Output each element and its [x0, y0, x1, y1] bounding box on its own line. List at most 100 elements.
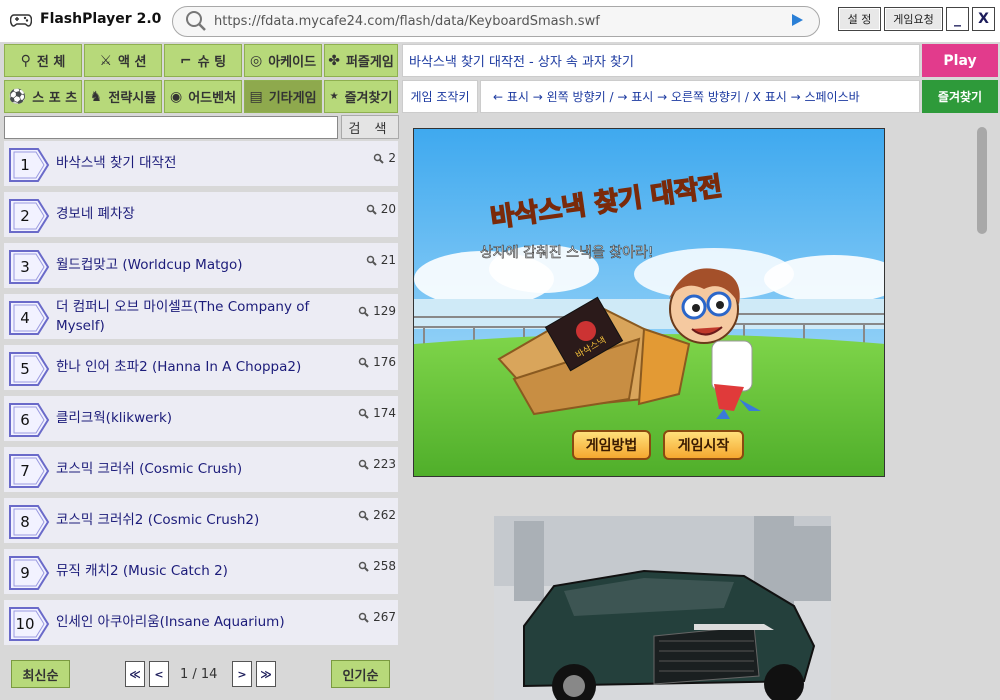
gun-icon: ⌐ [179, 52, 192, 69]
rank-badge: 10 [8, 606, 50, 642]
category-all[interactable]: ⚲ 전 체 [4, 44, 82, 77]
last-page-button[interactable]: ≫ [256, 661, 276, 687]
game-list-item[interactable]: 6 클리크웍(klikwerk) 174 [4, 396, 398, 444]
close-button[interactable]: X [972, 7, 995, 31]
game-name[interactable]: 클리크웍(klikwerk) [56, 396, 346, 441]
game-name[interactable]: 월드컵맞고 (Worldcup Matgo) [56, 243, 346, 288]
controls-label: 게임 조작키 [402, 80, 478, 113]
search-icon: ⚲ [20, 52, 31, 69]
view-count: 20 [366, 202, 396, 216]
game-name[interactable]: 뮤직 캐치2 (Music Catch 2) [56, 549, 346, 594]
start-game-button[interactable]: 게임시작 [663, 430, 744, 460]
rank-badge: 1 [8, 147, 50, 183]
magnifier-icon [358, 357, 369, 368]
first-page-button[interactable]: ≪ [125, 661, 145, 687]
sort-popular-button[interactable]: 인기순 [331, 660, 390, 688]
game-name[interactable]: 코스믹 크러쉬2 (Cosmic Crush2) [56, 498, 346, 543]
view-count: 176 [358, 355, 396, 369]
magnifier-icon [358, 561, 369, 572]
rank-badge: 7 [8, 453, 50, 489]
rank-badge: 2 [8, 198, 50, 234]
how-to-play-button[interactable]: 게임방법 [572, 430, 651, 460]
game-title: 바삭스낵 찾기 대작전 - 상자 속 과자 찾기 [402, 44, 920, 77]
game-list: 1 바삭스낵 찾기 대작전 2 2 경보네 폐차장 20 3 월드컵맞고 (Worldcup … [4, 141, 398, 650]
category-shooting[interactable]: ⌐ 슈 팅 [164, 44, 242, 77]
rank-badge: 4 [8, 300, 50, 336]
view-count: 174 [358, 406, 396, 420]
game-list-item[interactable]: 4더 컴퍼니 오브 마이셀프(The Company of Myself) 129 [4, 294, 398, 342]
car-photo [494, 516, 831, 700]
swords-icon: ⚔ [99, 52, 113, 69]
play-arrow-icon[interactable] [790, 13, 804, 27]
gamepad-icon [10, 14, 32, 27]
game-list-item[interactable]: 8 코스믹 크러쉬2 (Cosmic Crush2) 262 [4, 498, 398, 546]
search-button[interactable]: 검 색 [341, 115, 399, 139]
category-strategy[interactable]: ♞ 전략시뮬 [84, 80, 162, 113]
game-name[interactable]: 더 컴퍼니 오브 마이셀프(The Company of Myself) [56, 294, 346, 339]
next-page-button[interactable]: > [232, 661, 252, 687]
category-arcade[interactable]: ◎ 아케이드 [244, 44, 322, 77]
scrollbar-thumb[interactable] [977, 127, 987, 234]
magnifier-icon [358, 612, 369, 623]
game-name[interactable]: 인세인 아쿠아리움(Insane Aquarium) [56, 600, 346, 645]
magnifier-icon [358, 306, 369, 317]
app-title: FlashPlayer 2.0 [40, 11, 162, 27]
magnifier-icon [358, 459, 369, 470]
view-count: 223 [358, 457, 396, 471]
chart-icon: ▤ [249, 88, 263, 105]
star-icon: ★ [329, 91, 339, 102]
game-list-item[interactable]: 3 월드컵맞고 (Worldcup Matgo) 21 [4, 243, 398, 291]
game-list-item[interactable]: 10 인세인 아쿠아리움(Insane Aquarium) 267 [4, 600, 398, 648]
game-list-item[interactable]: 9 뮤직 캐치2 (Music Catch 2) 258 [4, 549, 398, 597]
category-sports[interactable]: ⚽ 스 포 츠 [4, 80, 82, 113]
search-input[interactable] [4, 116, 338, 139]
chess-icon: ♞ [89, 88, 103, 105]
view-count: 2 [373, 151, 396, 165]
sort-newest-button[interactable]: 최신순 [11, 660, 70, 688]
category-action[interactable]: ⚔ 액 션 [84, 44, 162, 77]
game-name[interactable]: 한나 인어 초파2 (Hanna In A Choppa2) [56, 345, 346, 390]
prev-page-button[interactable]: < [149, 661, 169, 687]
game-subtitle: 상자에 감춰진 스낵을 찾아라! [480, 245, 654, 261]
soccer-ball-icon: ⚽ [8, 88, 27, 105]
game-name[interactable]: 코스믹 크러쉬 (Cosmic Crush) [56, 447, 346, 492]
view-count: 129 [358, 304, 396, 318]
category-etc[interactable]: ▤ 기타게임 [244, 80, 322, 113]
rank-badge: 8 [8, 504, 50, 540]
game-list-item[interactable]: 5 한나 인어 초파2 (Hanna In A Choppa2) 176 [4, 345, 398, 393]
game-list-item[interactable]: 7 코스믹 크러쉬 (Cosmic Crush) 223 [4, 447, 398, 495]
view-count: 267 [358, 610, 396, 624]
rank-badge: 6 [8, 402, 50, 438]
rank-badge: 3 [8, 249, 50, 285]
view-count: 21 [366, 253, 396, 267]
game-request-button[interactable]: 게임요청 [884, 7, 943, 31]
page-indicator: 1 / 14 [180, 667, 218, 682]
magnifier-icon [358, 408, 369, 419]
category-adventure[interactable]: ◉ 어드벤처 [164, 80, 242, 113]
category-puzzle[interactable]: ✤ 퍼즐게임 [324, 44, 398, 77]
advertisement-car-image[interactable] [494, 516, 831, 700]
view-count: 262 [358, 508, 396, 522]
game-name[interactable]: 경보네 폐차장 [56, 192, 346, 237]
play-button[interactable]: Play [922, 44, 998, 77]
gamepad-icon: ◎ [249, 52, 263, 69]
controls-text: ← 표시 → 왼쪽 방향키 / → 표시 → 오른쪽 방향키 / X 표시 → … [480, 80, 920, 113]
search-icon [186, 11, 206, 31]
globe-icon: ◉ [169, 88, 183, 105]
rank-badge: 5 [8, 351, 50, 387]
category-favorites[interactable]: ★ 즐겨찾기 [324, 80, 398, 113]
puzzle-icon: ✤ [328, 52, 340, 69]
rank-badge: 9 [8, 555, 50, 591]
magnifier-icon [374, 153, 385, 164]
url-text[interactable]: https://fdata.mycafe24.com/flash/data/Ke… [214, 14, 600, 29]
magnifier-icon [366, 204, 377, 215]
game-scene-image: 바삭스낵 바삭스낵 찾기 대작전 상자에 감춰진 스낵을 찾아라! [414, 129, 884, 476]
minimize-button[interactable]: _ [946, 7, 969, 31]
settings-button[interactable]: 설 정 [838, 7, 881, 31]
game-list-item[interactable]: 1 바삭스낵 찾기 대작전 2 [4, 141, 398, 189]
game-name[interactable]: 바삭스낵 찾기 대작전 [56, 141, 346, 186]
add-favorite-button[interactable]: 즐겨찾기 [922, 80, 998, 113]
game-screen[interactable]: 바삭스낵 바삭스낵 찾기 대작전 상자에 감춰진 스낵을 찾아라! [413, 128, 885, 477]
game-list-item[interactable]: 2 경보네 폐차장 20 [4, 192, 398, 240]
magnifier-icon [366, 255, 377, 266]
